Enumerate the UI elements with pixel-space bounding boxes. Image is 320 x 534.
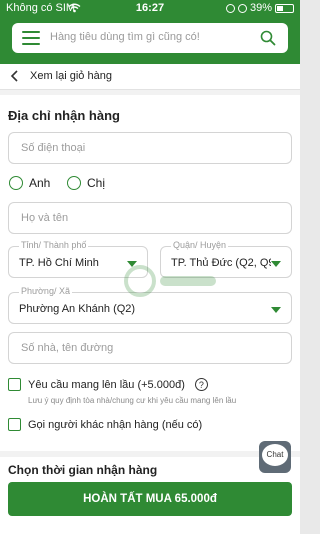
back-bar[interactable]: Xem lại giỏ hàng [0,64,300,90]
help-icon[interactable]: ? [194,378,208,391]
caret-down-icon [271,261,281,267]
back-link[interactable]: Xem lại giỏ hàng [30,70,112,82]
search-input[interactable]: Hàng tiêu dùng tìm gì cũng có! [50,31,200,43]
search-bar[interactable]: Hàng tiêu dùng tìm gì cũng có! [12,23,288,53]
checkout-page: Xem lại giỏ hàng Địa chỉ nhận hàng Số đi… [0,64,300,534]
battery-percent: 39% [249,2,272,14]
radio-chi[interactable] [67,176,81,190]
district-label: Quận/ Huyện [171,240,229,250]
full-name-field[interactable]: Họ và tên [8,202,292,234]
radio-label-anh: Anh [29,176,51,190]
other-receiver-option[interactable]: Gọi người khác nhận hàng (nếu có) [8,418,202,431]
ward-label: Phường/ Xã [19,286,72,296]
ward-select[interactable]: Phường/ Xã Phường An Khánh (Q2) [8,286,292,324]
upstairs-checkbox[interactable] [8,378,21,391]
other-receiver-checkbox[interactable] [8,418,21,431]
upstairs-option[interactable]: Yêu cầu mang lên lầu (+5.000đ) ? [8,378,208,391]
district-select[interactable]: Quận/ Huyện TP. Thủ Đức (Q2, Q9... [160,240,292,278]
address-title: Địa chỉ nhận hàng [8,108,120,123]
ward-value: Phường An Khánh (Q2) [19,303,136,315]
gender-option-anh[interactable]: Anh [9,176,50,190]
province-label: Tỉnh/ Thành phố [19,240,89,250]
alarm-icon [237,3,247,13]
name-placeholder: Họ và tên [21,212,69,224]
district-value: TP. Thủ Đức (Q2, Q9... [171,257,271,269]
caret-down-icon [271,307,281,313]
phone-placeholder: Số điện thoại [21,142,86,154]
delivery-time-title: Chọn thời gian nhận hàng [8,463,158,477]
street-field[interactable]: Số nhà, tên đường [8,332,292,364]
search-icon[interactable] [260,30,276,46]
other-receiver-label: Gọi người khác nhận hàng (nếu có) [28,418,203,431]
upstairs-note: Lưu ý quy định tòa nhà/chung cư khi yêu … [28,396,237,405]
chat-label: Chat [262,444,288,466]
province-value: TP. Hồ Chí Minh [19,257,99,269]
chat-button[interactable]: Chat [259,441,291,473]
complete-purchase-button[interactable]: HOÀN TẤT MUA 65.000đ [8,482,292,516]
gender-option-chi[interactable]: Chị [67,176,105,190]
address-card: Địa chỉ nhận hàng Số điện thoại Anh Chị … [0,95,300,451]
street-placeholder: Số nhà, tên đường [21,342,114,354]
app-header: Không có SIM 16:27 39% Hàng tiêu dùng tì… [0,0,300,64]
battery-icon [275,3,294,13]
radio-anh[interactable] [9,176,23,190]
status-bar: Không có SIM 16:27 39% [0,0,300,18]
radio-label-chi: Chị [87,176,106,190]
back-chevron-icon[interactable] [10,70,20,82]
upstairs-label: Yêu cầu mang lên lầu (+5.000đ) [28,378,185,391]
menu-icon[interactable] [22,31,40,45]
screen-lock-icon [225,3,235,13]
caret-down-icon [127,261,137,267]
province-select[interactable]: Tỉnh/ Thành phố TP. Hồ Chí Minh [8,240,148,278]
phone-field[interactable]: Số điện thoại [8,132,292,164]
status-right-group: 39% [225,2,294,14]
